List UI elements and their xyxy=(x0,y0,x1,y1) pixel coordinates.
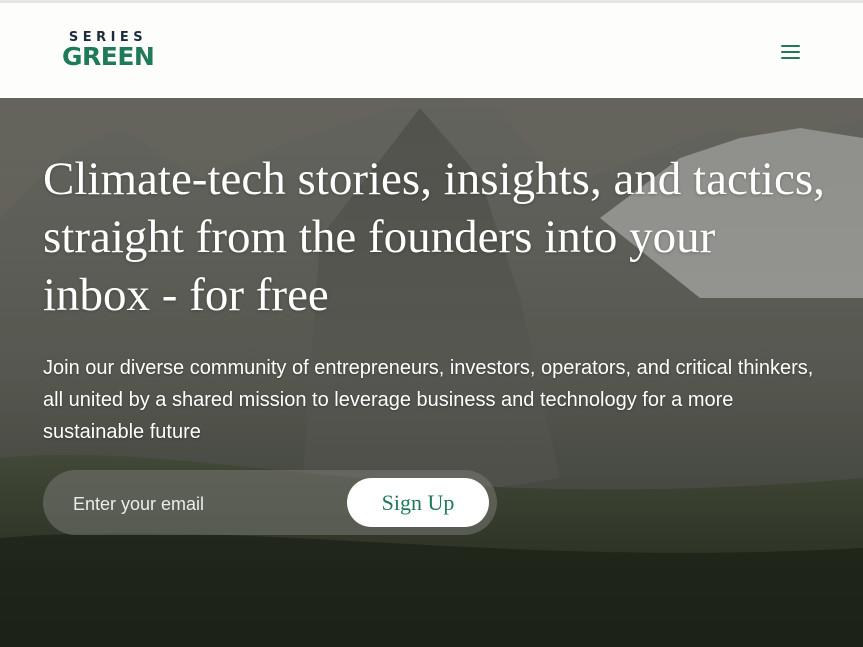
series-green-logo[interactable]: SERIES GREEN xyxy=(62,31,155,73)
menu-bar-bottom xyxy=(781,57,800,59)
site-header: SERIES GREEN xyxy=(0,3,863,98)
sign-up-button[interactable]: Sign Up xyxy=(347,478,489,527)
hero-section: Climate-tech stories, insights, and tact… xyxy=(0,98,863,647)
logo-green-text: GREEN xyxy=(62,42,155,71)
menu-bar-middle xyxy=(781,51,800,53)
hero-headline: Climate-tech stories, insights, and tact… xyxy=(43,153,825,321)
newsletter-signup-form: Sign Up xyxy=(43,470,497,535)
menu-bar-top xyxy=(781,45,800,47)
hamburger-menu-icon[interactable] xyxy=(779,43,803,61)
email-input[interactable] xyxy=(71,488,335,520)
hero-subtext: Join our diverse community of entreprene… xyxy=(43,357,814,443)
